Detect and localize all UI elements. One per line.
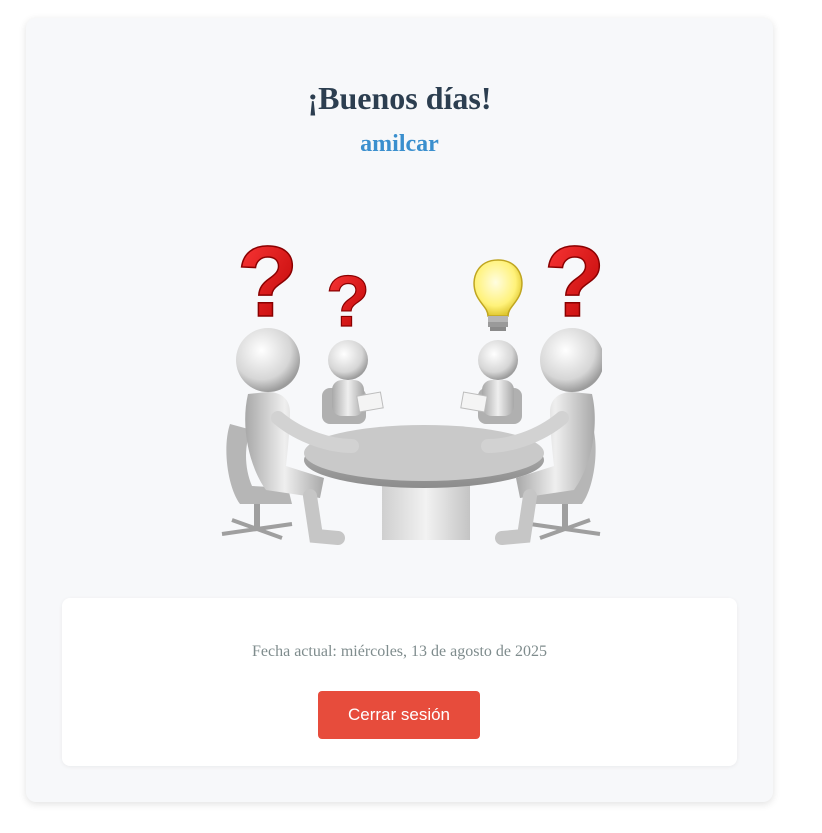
meeting-table-people-icon: ? ? ? <box>221 225 602 545</box>
question-mark-icon: ? <box>325 261 370 342</box>
question-mark-icon: ? <box>543 225 602 339</box>
lightbulb-icon <box>473 259 523 331</box>
date-label: Fecha actual: <box>251 643 337 660</box>
logout-button[interactable]: Cerrar sesión <box>318 691 480 739</box>
svg-text:?: ? <box>544 226 602 338</box>
date-value: miércoles, 13 de agosto de 2025 <box>340 643 547 660</box>
greeting-title: ¡Buenos días! <box>307 80 492 116</box>
svg-text:?: ? <box>326 262 370 342</box>
username-label: amilcar <box>360 131 439 157</box>
svg-text:?: ? <box>237 226 298 338</box>
question-mark-icon: ? <box>236 225 299 339</box>
welcome-card: ¡Buenos días! amilcar ? ? ? Fecha actual… <box>26 18 773 802</box>
session-info-panel: Fecha actual: miércoles, 13 de agosto de… <box>62 598 737 766</box>
current-date: Fecha actual: miércoles, 13 de agosto de… <box>62 643 737 661</box>
